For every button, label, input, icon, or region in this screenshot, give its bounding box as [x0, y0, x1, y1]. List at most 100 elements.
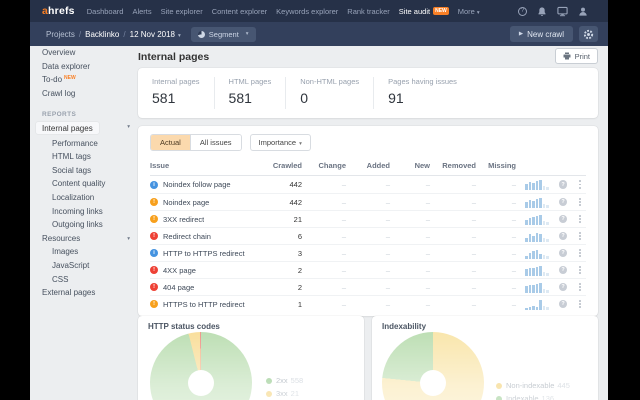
sidebar-item-resources[interactable]: Resources ▾ — [30, 232, 138, 246]
legend-item[interactable]: 3xx 21 — [266, 387, 303, 400]
sidebar-subitem[interactable]: Incoming links — [30, 204, 138, 218]
issues-table-row: i HTTP to HTTPS redirect 3 – – – – – ? — [150, 244, 586, 261]
monitor-icon[interactable] — [557, 6, 568, 17]
ahrefs-logo[interactable]: ahrefs — [42, 5, 75, 17]
nav-item-site-audit[interactable]: Site audit NEW — [399, 6, 449, 16]
top-nav-item[interactable]: Keywords explorer — [276, 7, 338, 16]
sidebar-subitem[interactable]: Social tags — [30, 164, 138, 178]
bell-icon[interactable] — [537, 6, 547, 17]
legend-value: 445 — [557, 381, 570, 390]
chart-title: Indexability — [382, 322, 427, 331]
user-icon[interactable] — [578, 6, 588, 17]
help-icon[interactable]: ? — [558, 282, 568, 292]
segment-button[interactable]: Segment ▾ — [190, 26, 256, 42]
sidebar-subitem[interactable]: Content quality — [30, 177, 138, 191]
nav-item-more[interactable]: More ▾ — [458, 7, 480, 16]
page-title: Internal pages — [138, 51, 210, 63]
new-value: – — [425, 299, 430, 309]
issue-cell: ! 3XX redirect — [150, 215, 250, 224]
issue-label[interactable]: Noindex page — [163, 198, 209, 207]
importance-dropdown[interactable]: Importance ▾ — [249, 134, 311, 151]
sidebar-item[interactable]: To-do NEW — [30, 73, 138, 87]
crawled-value[interactable]: 3 — [250, 249, 302, 258]
crawled-value[interactable]: 2 — [250, 283, 302, 292]
print-button[interactable]: Print — [554, 48, 598, 64]
sidebar-item[interactable]: Overview — [30, 46, 138, 60]
issue-label[interactable]: HTTPS to HTTP redirect — [163, 300, 245, 309]
issue-label[interactable]: 3XX redirect — [163, 215, 204, 224]
history-sparkline[interactable] — [525, 197, 552, 208]
top-nav-item[interactable]: Dashboard — [87, 7, 124, 16]
crawled-value[interactable]: 6 — [250, 232, 302, 241]
tab-all-issues[interactable]: All issues — [189, 135, 241, 150]
crawled-value[interactable]: 442 — [250, 180, 302, 189]
help-icon[interactable]: ? — [558, 231, 568, 241]
severity-icon: ! — [150, 266, 158, 274]
legend-item[interactable]: Indexable 136 — [496, 392, 570, 400]
sidebar-item-external-pages[interactable]: External pages — [30, 286, 138, 300]
help-icon[interactable]: ? — [558, 265, 568, 275]
top-nav-item[interactable]: Rank tracker — [347, 7, 390, 16]
crawl-date-dropdown[interactable]: 12 Nov 2018 ▾ — [130, 30, 181, 39]
row-menu-kebab-icon[interactable] — [574, 299, 586, 309]
history-sparkline[interactable] — [525, 299, 552, 310]
severity-icon: ! — [150, 198, 158, 206]
sidebar-subitem[interactable]: Performance — [30, 136, 138, 150]
breadcrumb-projects[interactable]: Projects — [46, 30, 75, 39]
sidebar-subitem[interactable]: Outgoing links — [30, 218, 138, 232]
col-header-removed: Removed — [442, 161, 476, 170]
sidebar-subitem[interactable]: Localization — [30, 191, 138, 205]
row-menu-kebab-icon[interactable] — [574, 282, 586, 292]
sidebar-subitem[interactable]: Images — [30, 245, 138, 259]
tab-actual[interactable]: Actual — [151, 135, 190, 150]
top-nav-item[interactable]: Alerts — [132, 7, 151, 16]
breadcrumb-site[interactable]: Backlinko — [85, 30, 119, 39]
legend-item[interactable]: 2xx 558 — [266, 374, 303, 387]
help-icon[interactable]: ? — [558, 197, 568, 207]
issue-label[interactable]: 404 page — [163, 283, 194, 292]
history-sparkline[interactable] — [525, 265, 552, 276]
top-nav-item[interactable]: Site explorer — [161, 7, 203, 16]
missing-value: – — [511, 282, 516, 292]
history-sparkline[interactable] — [525, 214, 552, 225]
legend-item[interactable]: Non-indexable 445 — [496, 379, 570, 392]
crawled-value[interactable]: 21 — [250, 215, 302, 224]
sidebar-subitem[interactable]: CSS — [30, 272, 138, 286]
row-menu-kebab-icon[interactable] — [574, 231, 586, 241]
crawled-value[interactable]: 442 — [250, 198, 302, 207]
history-sparkline[interactable] — [525, 179, 552, 190]
sidebar-subitem[interactable]: HTML tags — [30, 150, 138, 164]
new-crawl-button[interactable]: ▶ New crawl — [509, 26, 573, 42]
severity-icon: i — [150, 249, 158, 257]
removed-value: – — [471, 231, 476, 241]
help-icon[interactable]: ? — [558, 248, 568, 258]
help-icon[interactable]: ? — [518, 6, 527, 16]
sidebar-subitem[interactable]: JavaScript — [30, 259, 138, 273]
row-menu-kebab-icon[interactable] — [574, 180, 586, 189]
issue-label[interactable]: Noindex follow page — [163, 180, 231, 189]
issue-label[interactable]: Redirect chain — [163, 232, 211, 241]
history-sparkline[interactable] — [525, 248, 552, 259]
settings-button[interactable] — [579, 26, 598, 42]
row-menu-kebab-icon[interactable] — [574, 265, 586, 275]
sidebar-item[interactable]: Data explorer — [30, 60, 138, 74]
row-menu-kebab-icon[interactable] — [574, 248, 586, 258]
crawled-value[interactable]: 1 — [250, 300, 302, 309]
col-header-added: Added — [366, 161, 390, 170]
sidebar-item[interactable]: Crawl log — [30, 87, 138, 101]
row-menu-kebab-icon[interactable] — [574, 214, 586, 224]
history-sparkline[interactable] — [525, 282, 552, 293]
help-icon[interactable]: ? — [558, 214, 568, 224]
crawled-value[interactable]: 2 — [250, 266, 302, 275]
help-icon[interactable]: ? — [558, 299, 568, 309]
new-value: – — [425, 231, 430, 241]
row-menu-kebab-icon[interactable] — [574, 197, 586, 207]
issues-table-row: ! HTTPS to HTTP redirect 1 – – – – – ? — [150, 295, 586, 312]
issue-label[interactable]: 4XX page — [163, 266, 196, 275]
top-nav-item[interactable]: Content explorer — [212, 7, 267, 16]
sidebar-item-internal-pages[interactable]: Internal pages ▾ — [30, 120, 138, 136]
stat-block: HTML pages 581 — [213, 77, 286, 109]
issue-label[interactable]: HTTP to HTTPS redirect — [163, 249, 245, 258]
history-sparkline[interactable] — [525, 231, 552, 242]
help-icon[interactable]: ? — [558, 180, 568, 189]
